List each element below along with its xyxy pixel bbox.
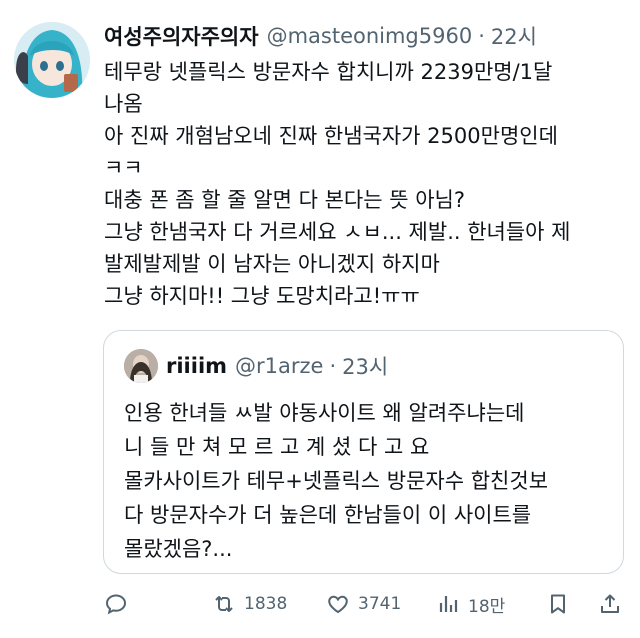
share-icon [601,594,619,613]
quoted-text: 인용 한녀들 ㅆ발 야동사이트 왜 알려주냐는데 니 들 만 쳐 모 르 고 계… [124,396,614,566]
quoted-header: riiiim @r1arze · 23시 [166,349,388,383]
like-count: 3741 [358,594,402,614]
quoted-author-avatar [124,349,158,383]
tweet-line: 대충 폰 좀 할 줄 알면 다 본다는 뜻 아님? [104,188,466,212]
author-handle[interactable]: @masteonimg5960 [267,24,473,48]
tweet-line: 나옴 [104,92,143,116]
quoted-line: 인용 한녀들 ㅆ발 야동사이트 왜 알려주냐는데 [124,401,525,425]
action-bar: 1838 3741 18만 [104,588,624,620]
like-button[interactable]: 3741 [326,588,401,620]
author-avatar[interactable] [14,22,90,98]
quoted-line: 니 들 만 쳐 모 르 고 계 셨 다 고 요 [124,435,430,459]
views-icon [439,596,458,612]
bookmark-icon [551,594,565,614]
quoted-line: 몰카사이트가 테무+넷플릭스 방문자수 합친것보 [124,469,549,493]
quoted-timestamp[interactable]: 23시 [342,351,388,381]
tweet-header: 여성주의자주의자 @masteonimg5960 · 22시 [104,20,537,52]
author-name[interactable]: 여성주의자주의자 [104,21,259,51]
retweet-button[interactable]: 1838 [212,588,287,620]
quoted-separator: · [329,354,337,378]
tweet-line: 테무랑 넷플릭스 방문자수 합치니까 2239만명/1달 [104,60,553,84]
quoted-tweet[interactable]: riiiim @r1arze · 23시 인용 한녀들 ㅆ발 야동사이트 왜 알… [103,330,624,574]
header-separator: · [478,24,485,48]
retweet-count: 1838 [244,594,288,614]
reply-icon [105,594,127,615]
reply-button[interactable] [104,588,128,620]
avatar-illustration [14,22,90,98]
tweet-line: ㅋㅋ [104,156,143,180]
views-button[interactable]: 18만 [436,588,505,620]
tweet-line: 그냥 하지마!! 그냥 도망치라고!ㅠㅠ [104,284,420,308]
quoted-author-name[interactable]: riiiim [166,354,227,378]
tweet-line: 아 진짜 개혐남오네 진짜 한냄국자가 2500만명인데 [104,124,558,148]
quoted-line: 몰랐겠음?... [124,537,233,561]
quoted-author-handle[interactable]: @r1arze [235,354,323,378]
heart-icon [328,595,348,614]
retweet-icon [215,596,233,612]
tweet-line: 그냥 한냄국자 다 거르세요 ㅅㅂ... 제발.. 한녀들아 제 [104,220,571,244]
tweet-line: 발제발제발 이 남자는 아니겠지 하지마 [104,252,440,276]
tweet-text: 테무랑 넷플릭스 방문자수 합치니까 2239만명/1달 나옴 아 진짜 개혐남… [104,56,632,312]
views-count: 18만 [468,596,506,617]
quoted-avatar-photo [124,349,158,383]
share-button[interactable] [598,588,622,620]
bookmark-button[interactable] [546,588,570,620]
tweet-timestamp[interactable]: 22시 [491,21,537,51]
quoted-line: 다 방문자수가 더 높은데 한남들이 이 사이트를 [124,503,532,527]
tweet: 여성주의자주의자 @masteonimg5960 · 22시 테무랑 넷플릭스 … [0,0,640,638]
